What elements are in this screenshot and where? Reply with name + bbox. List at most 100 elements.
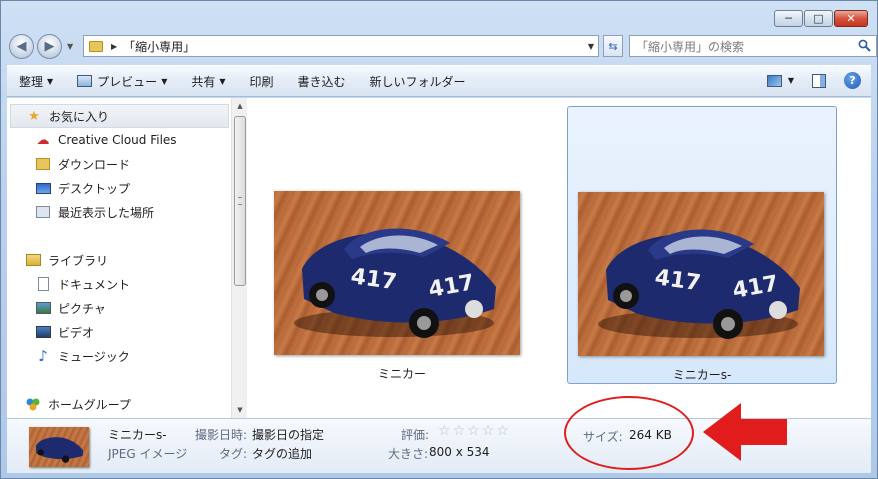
chevron-down-icon: ▼ — [219, 76, 226, 86]
scroll-thumb[interactable] — [234, 116, 246, 286]
minicar-photo: 417 417 — [598, 229, 800, 339]
star-icon[interactable]: ☆ — [467, 423, 480, 439]
forward-button[interactable]: ▶ — [37, 34, 62, 59]
tags-value[interactable]: タグの追加 — [252, 445, 312, 462]
preview-icon — [77, 75, 93, 87]
address-dropdown-icon[interactable]: ▼ — [588, 42, 594, 51]
nav-recent-places[interactable]: 最近表示した場所 — [7, 200, 232, 224]
star-icon: ★ — [28, 108, 40, 124]
nav-item-label: ミュージック — [58, 349, 130, 364]
explorer-window: ─ □ ✕ ◀ ▶ ▼ ▶ 「縮小専用」 ▼ ⇆ 「縮小専用」の検索 整理 ▼ プ… — [0, 0, 878, 479]
star-icon[interactable]: ☆ — [496, 423, 509, 439]
scroll-down-arrow-icon[interactable]: ▼ — [232, 402, 248, 418]
nav-downloads[interactable]: ダウンロード — [7, 152, 232, 176]
burn-label: 書き込む — [297, 74, 346, 89]
burn-button[interactable]: 書き込む — [298, 73, 346, 90]
annotation-ellipse — [564, 396, 694, 470]
file-item-selected[interactable]: 417 417 ミニカーs- — [567, 106, 837, 384]
navigation-pane: ★ お気に入り ☁ Creative Cloud Files ダウンロード デス… — [7, 98, 247, 418]
annotation-arrow-icon — [703, 403, 787, 461]
navigation-scrollbar[interactable]: ▲ ▼ — [231, 98, 247, 418]
rating-label: 評価: — [401, 428, 430, 442]
refresh-icon: ⇆ — [608, 39, 618, 53]
address-bar[interactable]: ▶ 「縮小専用」 ▼ — [83, 35, 599, 57]
nav-item-label: ビデオ — [58, 325, 95, 340]
maximize-button[interactable]: □ — [804, 10, 833, 27]
organize-label: 整理 — [19, 74, 44, 89]
main-area: ★ お気に入り ☁ Creative Cloud Files ダウンロード デス… — [7, 98, 871, 418]
caption-buttons: ─ □ ✕ — [773, 10, 868, 27]
scroll-up-arrow-icon[interactable]: ▲ — [232, 98, 248, 114]
change-view-icon[interactable] — [766, 74, 782, 87]
download-folder-icon — [35, 156, 51, 172]
tags-label: タグ: — [219, 447, 248, 461]
nav-desktop[interactable]: デスクトップ — [7, 176, 232, 200]
file-thumbnail: 417 417 — [274, 191, 520, 355]
nav-libraries-label: ライブラリ — [48, 253, 109, 268]
search-placeholder: 「縮小専用」の検索 — [636, 39, 745, 54]
star-icon[interactable]: ☆ — [438, 423, 451, 439]
video-icon — [35, 324, 51, 340]
organize-button[interactable]: 整理 ▼ — [19, 73, 53, 90]
desktop-icon — [35, 180, 51, 196]
help-icon[interactable]: ? — [844, 72, 861, 89]
preview-button[interactable]: プレビュー ▼ — [77, 73, 167, 90]
nav-favorites[interactable]: ★ お気に入り — [10, 104, 229, 128]
date-taken-value[interactable]: 撮影日の指定 — [252, 426, 324, 443]
breadcrumb-arrow-icon[interactable]: ▶ — [111, 42, 117, 51]
new-folder-label: 新しいフォルダー — [369, 74, 466, 89]
new-folder-button[interactable]: 新しいフォルダー — [370, 73, 466, 90]
nav-favorites-label: お気に入り — [49, 109, 110, 124]
library-icon — [25, 252, 41, 268]
folder-icon — [89, 40, 103, 52]
nav-music[interactable]: ♪ ミュージック — [7, 344, 232, 368]
nav-documents[interactable]: ドキュメント — [7, 272, 232, 296]
pictures-icon — [35, 300, 51, 316]
nav-item-label: Creative Cloud Files — [58, 133, 177, 147]
refresh-button[interactable]: ⇆ — [603, 35, 623, 57]
search-icon[interactable] — [858, 39, 871, 52]
details-file-type: JPEG イメージ — [108, 447, 188, 461]
forward-arrow-icon: ▶ — [44, 39, 55, 54]
star-icon[interactable]: ☆ — [453, 423, 466, 439]
nav-item-label: デスクトップ — [58, 181, 131, 196]
nav-homegroup[interactable]: ホームグループ — [7, 392, 232, 416]
nav-videos[interactable]: ビデオ — [7, 320, 232, 344]
nav-creative-cloud[interactable]: ☁ Creative Cloud Files — [7, 128, 232, 152]
chevron-down-icon: ▼ — [47, 76, 54, 86]
print-button[interactable]: 印刷 — [250, 73, 274, 90]
nav-homegroup-label: ホームグループ — [48, 397, 131, 412]
music-note-icon: ♪ — [38, 347, 48, 365]
back-button[interactable]: ◀ — [9, 34, 34, 59]
view-dropdown-icon[interactable]: ▼ — [788, 76, 794, 85]
star-icon[interactable]: ☆ — [482, 423, 495, 439]
dimensions-label: 大きさ: — [388, 447, 429, 461]
details-file-name: ミニカーs- — [108, 428, 167, 442]
date-taken-label: 撮影日時: — [195, 428, 248, 442]
nav-pictures[interactable]: ピクチャ — [7, 296, 232, 320]
close-button[interactable]: ✕ — [834, 10, 868, 27]
minicar-photo: 417 417 — [294, 228, 496, 338]
details-thumbnail — [29, 427, 89, 467]
file-name: ミニカーs- — [672, 368, 732, 382]
minimize-button[interactable]: ─ — [774, 10, 803, 27]
file-item[interactable]: 417 417 ミニカー — [267, 106, 537, 384]
share-button[interactable]: 共有 ▼ — [191, 73, 225, 90]
back-arrow-icon: ◀ — [16, 39, 27, 54]
command-bar: 整理 ▼ プレビュー ▼ 共有 ▼ 印刷 書き込む 新しいフォルダー ▼ ? — [7, 65, 871, 97]
rating-stars[interactable]: ☆ ☆ ☆ ☆ ☆ — [432, 423, 509, 439]
dimensions-value: 800 x 534 — [429, 445, 490, 459]
preview-pane-icon[interactable] — [812, 73, 826, 88]
recent-places-icon — [35, 204, 51, 220]
search-input[interactable]: 「縮小専用」の検索 — [629, 35, 877, 57]
preview-label: プレビュー — [97, 74, 158, 89]
nav-libraries[interactable]: ライブラリ — [7, 248, 232, 272]
address-path[interactable]: 「縮小専用」 — [123, 38, 195, 55]
recent-pages-dropdown[interactable]: ▼ — [67, 42, 73, 51]
file-name: ミニカー — [377, 367, 426, 381]
navigation-tree: ★ お気に入り ☁ Creative Cloud Files ダウンロード デス… — [7, 104, 232, 416]
chevron-down-icon: ▼ — [161, 76, 168, 86]
document-icon — [35, 276, 51, 292]
